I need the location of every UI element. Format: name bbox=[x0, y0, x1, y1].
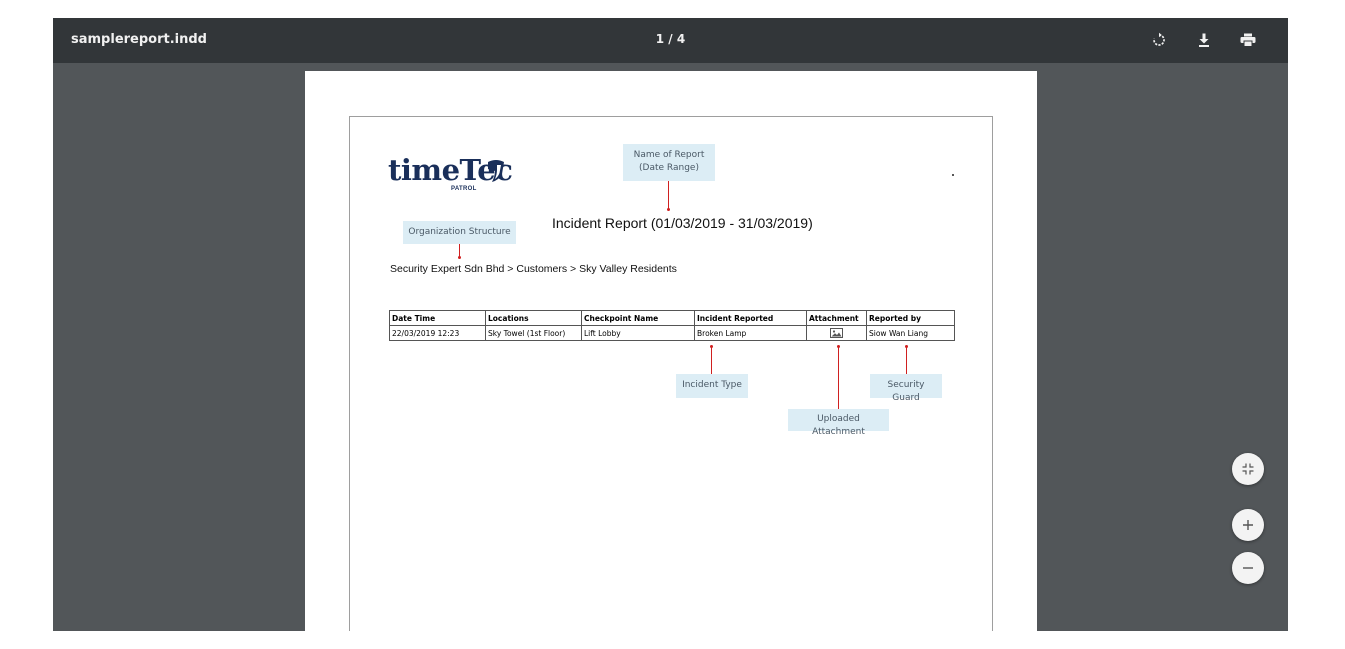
image-attachment-icon[interactable] bbox=[830, 328, 843, 338]
cell-reported-by: Siow Wan Liang bbox=[866, 325, 955, 341]
page-indicator: 1 / 4 bbox=[655, 32, 686, 46]
col-date-time: Date Time bbox=[389, 310, 486, 326]
pdf-viewer: samplereport.indd 1 / 4 timeTec PATROL N… bbox=[53, 18, 1288, 631]
connector-attachment bbox=[838, 347, 839, 409]
report-title: Incident Report (01/03/2019 - 31/03/2019… bbox=[552, 215, 813, 231]
rotate-button[interactable] bbox=[1147, 28, 1171, 52]
download-button[interactable] bbox=[1192, 28, 1216, 52]
col-incident-reported: Incident Reported bbox=[694, 310, 807, 326]
cell-location: Sky Towel (1st Floor) bbox=[485, 325, 582, 341]
timetec-patrol-logo: timeTec PATROL bbox=[388, 152, 518, 202]
zoom-out-icon bbox=[1243, 567, 1253, 569]
callout-security-guard: Security Guard bbox=[870, 374, 942, 403]
zoom-in-button[interactable] bbox=[1232, 509, 1264, 541]
callout-uploaded-attachment: Uploaded Attachment bbox=[788, 409, 889, 437]
col-locations: Locations bbox=[485, 310, 582, 326]
fit-to-page-button[interactable] bbox=[1232, 453, 1264, 485]
logo-subtitle: PATROL bbox=[451, 186, 477, 192]
col-checkpoint-name: Checkpoint Name bbox=[581, 310, 695, 326]
col-reported-by: Reported by bbox=[866, 310, 955, 326]
connector-dot-report-name bbox=[667, 208, 670, 211]
page-dot bbox=[952, 174, 954, 176]
print-button[interactable] bbox=[1236, 28, 1260, 52]
table-header-row: Date Time Locations Checkpoint Name Inci… bbox=[389, 310, 955, 326]
download-icon bbox=[1199, 33, 1209, 47]
cell-date-time: 22/03/2019 12:23 bbox=[389, 325, 486, 341]
rotate-icon bbox=[1153, 32, 1165, 46]
callout-organization-structure: Organization Structure bbox=[403, 221, 516, 244]
organization-path: Security Expert Sdn Bhd > Customers > Sk… bbox=[390, 263, 677, 275]
table-row: 22/03/2019 12:23 Sky Towel (1st Floor) L… bbox=[389, 325, 955, 341]
pdf-page: timeTec PATROL Name of Report (Date Rang… bbox=[305, 71, 1037, 631]
cell-checkpoint: Lift Lobby bbox=[581, 325, 695, 341]
connector-report-name bbox=[668, 181, 669, 209]
connector-security-guard bbox=[906, 347, 907, 374]
zoom-in-icon bbox=[1243, 520, 1253, 530]
callout-name-of-report: Name of Report (Date Range) bbox=[623, 144, 715, 181]
cell-attachment bbox=[806, 325, 867, 341]
connector-dot-org-structure bbox=[458, 256, 461, 259]
shield-icon bbox=[488, 160, 504, 182]
callout-name-of-report-line2: (Date Range) bbox=[639, 163, 699, 173]
viewer-toolbar: samplereport.indd 1 / 4 bbox=[53, 18, 1288, 63]
col-attachment: Attachment bbox=[806, 310, 867, 326]
print-icon bbox=[1240, 33, 1256, 47]
fit-to-page-icon bbox=[1242, 463, 1254, 475]
callout-incident-type: Incident Type bbox=[676, 374, 748, 398]
connector-incident-type bbox=[711, 347, 712, 374]
incident-table: Date Time Locations Checkpoint Name Inci… bbox=[389, 310, 955, 341]
zoom-out-button[interactable] bbox=[1232, 552, 1264, 584]
report-frame: timeTec PATROL Name of Report (Date Rang… bbox=[349, 116, 993, 631]
callout-name-of-report-line1: Name of Report bbox=[633, 150, 705, 160]
cell-incident: Broken Lamp bbox=[694, 325, 807, 341]
